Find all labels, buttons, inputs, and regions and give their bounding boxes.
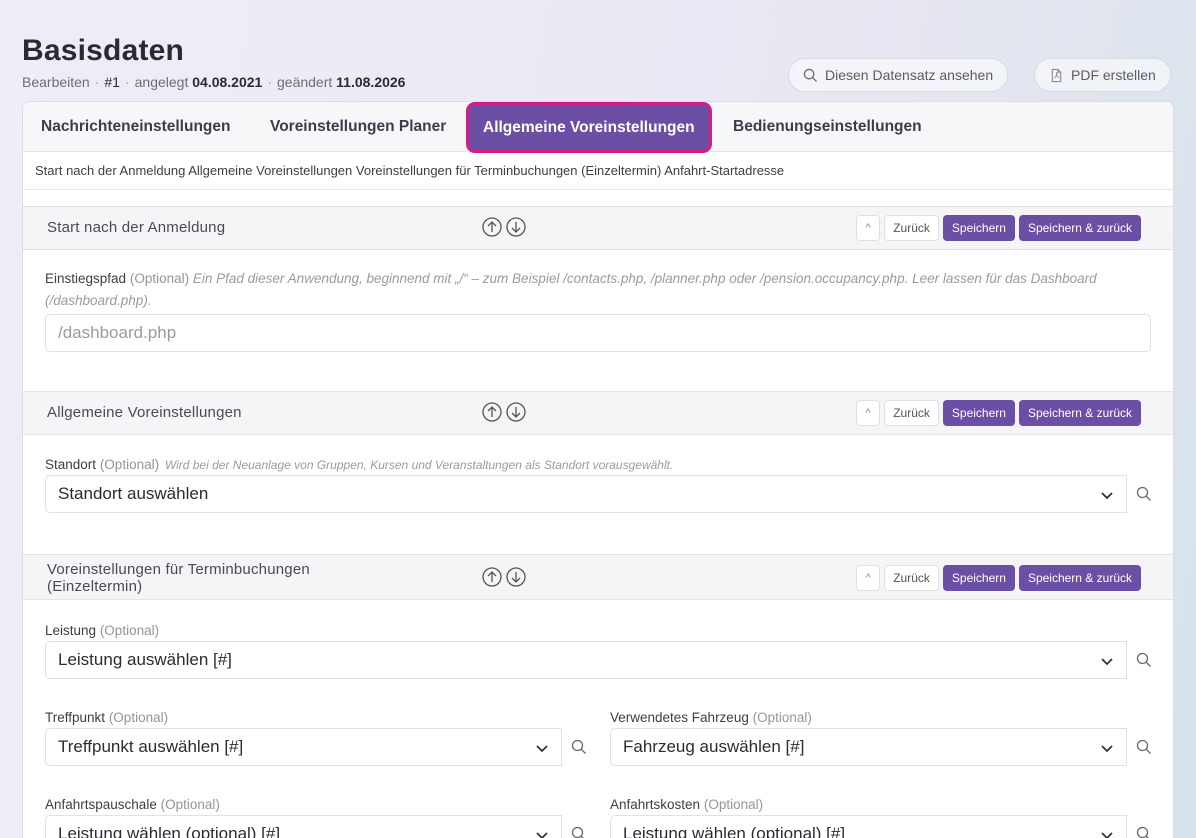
entry-path-input[interactable]: /dashboard.php: [45, 314, 1151, 352]
service-label: Leistung (Optional): [45, 623, 160, 638]
tab-operation-settings[interactable]: Bedienungseinstellungen: [733, 102, 922, 152]
flat-fee-lookup-button[interactable]: [562, 815, 596, 838]
move-up-icon[interactable]: [482, 567, 502, 587]
travel-cost-lookup-button[interactable]: [1127, 815, 1161, 838]
chevron-down-icon: [1101, 492, 1113, 500]
search-icon: [1136, 652, 1151, 667]
chevron-down-icon: [1101, 745, 1113, 753]
tab-bar: Nachrichteneinstellungen Voreinstellunge…: [23, 102, 1173, 152]
save-button[interactable]: Speichern: [942, 215, 1015, 241]
search-icon: [1136, 826, 1149, 838]
settings-card: Nachrichteneinstellungen Voreinstellunge…: [22, 101, 1174, 838]
pdf-button[interactable]: PDF erstellen: [1034, 58, 1171, 92]
changed-date: 11.08.2026: [336, 74, 406, 90]
collapse-button[interactable]: ^: [856, 215, 881, 241]
back-button[interactable]: Zurück: [884, 565, 939, 591]
collapse-button[interactable]: ^: [856, 400, 881, 426]
created-label: angelegt: [134, 74, 189, 90]
section-header-general: Allgemeine Voreinstellungen ^ Zurück Spe…: [23, 391, 1173, 435]
save-button[interactable]: Speichern: [942, 565, 1015, 591]
location-label: Standort (Optional) Wird bei der Neuanla…: [45, 457, 674, 472]
search-icon: [1136, 739, 1151, 754]
chevron-down-icon: [1101, 832, 1113, 838]
travel-cost-select[interactable]: Leistung wählen (optional) [#]: [610, 815, 1127, 838]
service-select[interactable]: Leistung auswählen [#]: [45, 641, 1127, 679]
move-up-icon[interactable]: [482, 402, 502, 422]
travel-cost-label: Anfahrtskosten (Optional): [610, 797, 764, 812]
pdf-label: PDF erstellen: [1071, 67, 1156, 83]
page-title: Basisdaten: [22, 34, 185, 67]
search-icon: [1136, 486, 1151, 501]
vehicle-select[interactable]: Fahrzeug auswählen [#]: [610, 728, 1127, 766]
save-and-back-button[interactable]: Speichern & zurück: [1018, 400, 1141, 426]
search-icon: [803, 68, 818, 82]
section-breadcrumb[interactable]: Start nach der Anmeldung Allgemeine Vore…: [23, 152, 1173, 190]
record-id: #1: [104, 74, 120, 90]
edit-label: Bearbeiten: [22, 74, 90, 90]
section-title-start: Start nach der Anmeldung: [47, 219, 226, 236]
save-and-back-button[interactable]: Speichern & zurück: [1018, 215, 1141, 241]
tab-message-settings[interactable]: Nachrichteneinstellungen: [41, 102, 230, 152]
view-record-button[interactable]: Diesen Datensatz ansehen: [788, 58, 1009, 92]
entry-path-hint: Ein Pfad dieser Anwendung, beginnend mit…: [45, 271, 1097, 308]
meeting-point-select[interactable]: Treffpunkt auswählen [#]: [45, 728, 562, 766]
record-meta: Bearbeiten · #1 · angelegt 04.08.2021 · geände…: [22, 74, 406, 90]
tab-general-defaults[interactable]: Allgemeine Voreinstellungen: [469, 105, 709, 150]
meeting-point-label: Treffpunkt (Optional): [45, 710, 169, 725]
location-hint: Wird bei der Neuanlage von Gruppen, Kurs…: [164, 458, 674, 472]
move-down-icon[interactable]: [506, 402, 526, 422]
changed-label: geändert: [277, 74, 333, 90]
flat-fee-label: Anfahrtspauschale (Optional): [45, 797, 220, 812]
chevron-down-icon: [536, 832, 548, 838]
section-header-booking: Voreinstellungen für Terminbuchungen (Ei…: [23, 554, 1173, 600]
vehicle-label: Verwendetes Fahrzeug (Optional): [610, 710, 812, 725]
search-icon: [571, 826, 584, 838]
back-button[interactable]: Zurück: [884, 215, 939, 241]
save-and-back-button[interactable]: Speichern & zurück: [1018, 565, 1141, 591]
move-down-icon[interactable]: [506, 217, 526, 237]
flat-fee-select[interactable]: Leistung wählen (optional) [#]: [45, 815, 562, 838]
service-lookup-button[interactable]: [1127, 641, 1161, 679]
save-button[interactable]: Speichern: [942, 400, 1015, 426]
section-title-booking: Voreinstellungen für Terminbuchungen (Ei…: [47, 561, 310, 595]
vehicle-lookup-button[interactable]: [1127, 728, 1161, 766]
move-up-icon[interactable]: [482, 217, 502, 237]
pdf-file-icon: [1051, 68, 1062, 82]
move-down-icon[interactable]: [506, 567, 526, 587]
chevron-down-icon: [536, 745, 548, 753]
search-icon: [571, 739, 586, 754]
created-date: 04.08.2021: [192, 74, 263, 90]
meeting-point-lookup-button[interactable]: [562, 728, 596, 766]
tab-planner-defaults[interactable]: Voreinstellungen Planer: [270, 102, 446, 152]
view-record-label: Diesen Datensatz ansehen: [825, 67, 994, 83]
location-lookup-button[interactable]: [1127, 475, 1161, 513]
location-select[interactable]: Standort auswählen: [45, 475, 1127, 513]
section-header-start: Start nach der Anmeldung ^ Zurück Speich…: [23, 206, 1173, 250]
chevron-down-icon: [1101, 658, 1113, 666]
collapse-button[interactable]: ^: [856, 565, 881, 591]
entry-path-label: Einstiegspfad (Optional) Ein Pfad dieser…: [45, 271, 1097, 308]
section-title-general: Allgemeine Voreinstellungen: [47, 404, 242, 421]
back-button[interactable]: Zurück: [884, 400, 939, 426]
